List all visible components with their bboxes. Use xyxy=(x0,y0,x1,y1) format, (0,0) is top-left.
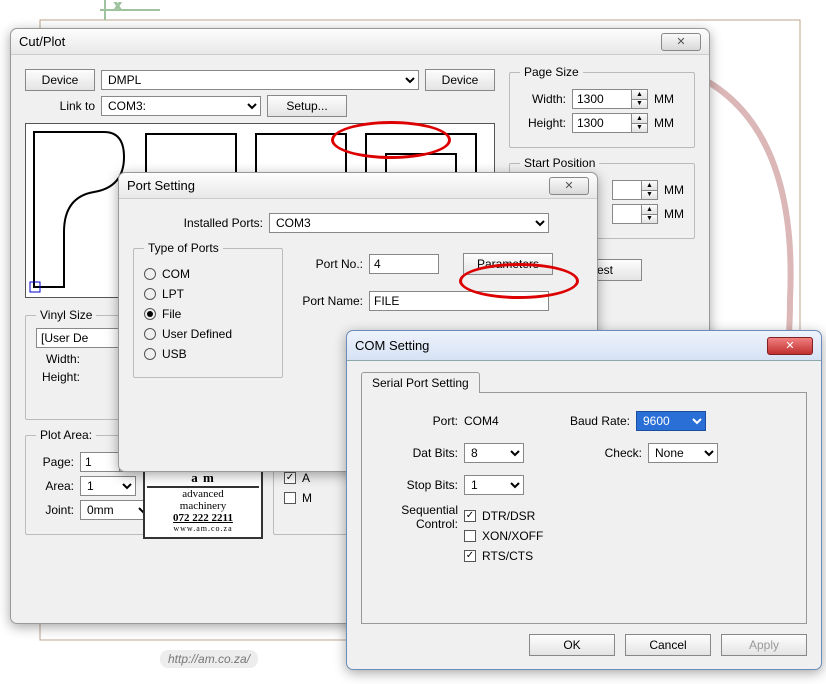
tab-serial-port-setting[interactable]: Serial Port Setting xyxy=(361,372,480,393)
startpos-y-spinner[interactable]: ▲▼ xyxy=(612,204,658,224)
rts-cts-checkbox[interactable]: RTS/CTS xyxy=(464,549,543,563)
device-button-right[interactable]: Device xyxy=(425,69,495,91)
device-button-left[interactable]: Device xyxy=(25,69,95,91)
close-icon: ✕ xyxy=(676,35,685,48)
close-icon: ✕ xyxy=(564,179,573,192)
joint-select[interactable]: 0mm xyxy=(80,500,152,520)
plotb-m-checkbox[interactable]: M xyxy=(284,491,342,505)
port-type-file-radio[interactable]: File xyxy=(144,307,272,321)
portno-input[interactable] xyxy=(369,254,439,274)
startpos-x-spinner[interactable]: ▲▼ xyxy=(612,180,658,200)
chevron-down-icon[interactable]: ▼ xyxy=(632,99,647,109)
linkto-select[interactable]: COM3: xyxy=(101,96,261,116)
pagesize-group: Page Size Width: ▲▼ MM Height: ▲▼ xyxy=(509,65,695,148)
watermark-url: http://am.co.za/ xyxy=(160,650,258,668)
comsetting-dialog: COM Setting ✕ Serial Port Setting Port: … xyxy=(346,330,822,670)
installed-ports-select[interactable]: COM3 xyxy=(269,213,549,233)
chevron-up-icon[interactable]: ▲ xyxy=(632,90,647,99)
vinyl-user-input[interactable] xyxy=(36,328,120,348)
ok-button[interactable]: OK xyxy=(529,634,615,656)
area-select[interactable]: 1 xyxy=(80,476,136,496)
logo-box: a m advanced machinery 072 222 2211 www.… xyxy=(143,464,263,539)
portsetting-title: Port Setting xyxy=(127,178,195,193)
port-type-userdef-radio[interactable]: User Defined xyxy=(144,327,272,341)
cutplot-title: Cut/Plot xyxy=(19,34,65,49)
dtr-dsr-checkbox[interactable]: DTR/DSR xyxy=(464,509,543,523)
port-type-lpt-radio[interactable]: LPT xyxy=(144,287,272,301)
check-select[interactable]: None xyxy=(648,443,718,463)
linkto-label: Link to xyxy=(25,99,95,113)
port-value: COM4 xyxy=(464,414,534,428)
portsetting-close-button[interactable]: ✕ xyxy=(549,177,589,195)
comsetting-title: COM Setting xyxy=(355,338,429,353)
port-type-com-radio[interactable]: COM xyxy=(144,267,272,281)
port-type-usb-radio[interactable]: USB xyxy=(144,347,272,361)
baud-rate-select[interactable]: 9600 xyxy=(636,411,706,431)
device-select[interactable]: DMPL xyxy=(101,70,419,90)
apply-button[interactable]: Apply xyxy=(721,634,807,656)
databits-select[interactable]: 8 xyxy=(464,443,524,463)
xon-xoff-checkbox[interactable]: XON/XOFF xyxy=(464,529,543,543)
parameters-button[interactable]: Parameters xyxy=(463,253,553,275)
cancel-button[interactable]: Cancel xyxy=(625,634,711,656)
chevron-down-icon[interactable]: ▼ xyxy=(632,123,647,133)
portname-input[interactable] xyxy=(369,291,549,311)
plotb-a-checkbox[interactable]: A xyxy=(284,471,342,485)
svg-text:x: x xyxy=(115,0,121,12)
port-type-group: Type of Ports COM LPT File User Defined … xyxy=(133,241,283,378)
vinyl-group: Vinyl Size Width: Height: xyxy=(25,308,133,420)
stopbits-select[interactable]: 1 xyxy=(464,475,524,495)
pagesize-height-spinner[interactable]: ▲▼ xyxy=(572,113,648,133)
pagesize-width-spinner[interactable]: ▲▼ xyxy=(572,89,648,109)
close-icon: ✕ xyxy=(785,339,794,352)
cutplot-close-button[interactable]: ✕ xyxy=(661,33,701,51)
chevron-up-icon[interactable]: ▲ xyxy=(632,114,647,123)
setup-button[interactable]: Setup... xyxy=(267,95,347,117)
comsetting-close-button[interactable]: ✕ xyxy=(767,337,813,355)
